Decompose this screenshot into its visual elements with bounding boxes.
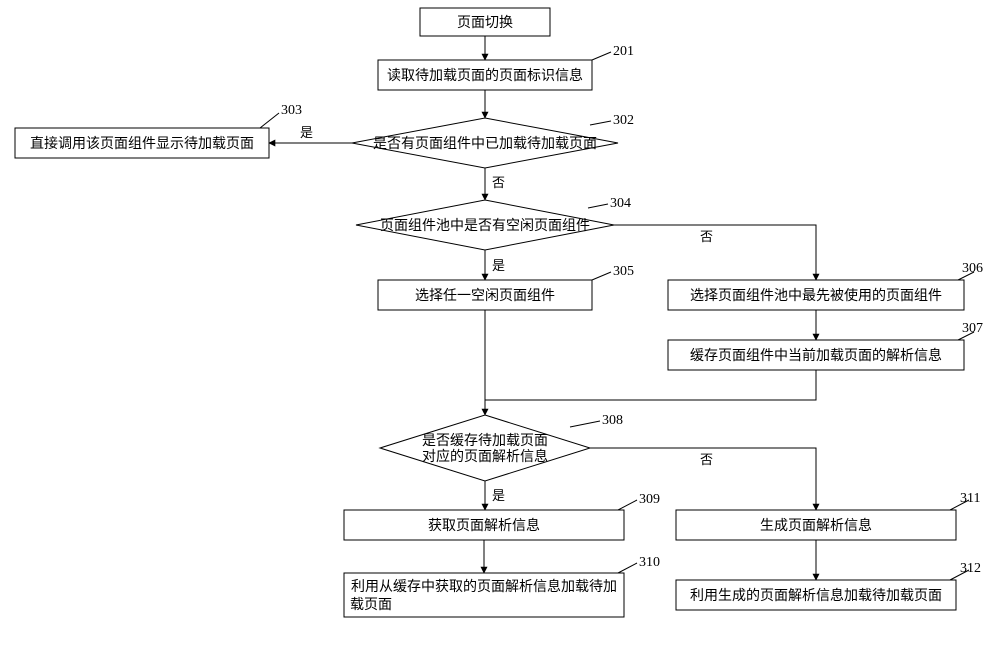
decision-302-label: 是否有页面组件中已加载待加载页面 bbox=[373, 136, 597, 152]
node-306: 选择页面组件池中最先被使用的页面组件 306 bbox=[668, 261, 983, 310]
leader-303 bbox=[260, 113, 279, 128]
node-303: 直接调用该页面组件显示待加载页面 303 bbox=[15, 103, 302, 158]
decision-304-label: 页面组件池中是否有空闲页面组件 bbox=[380, 218, 590, 234]
decision-304: 页面组件池中是否有空闲页面组件 304 bbox=[356, 196, 631, 250]
node-311-label: 生成页面解析信息 bbox=[760, 517, 872, 534]
edge-304-no-label: 否 bbox=[700, 229, 713, 244]
decision-308: 是否缓存待加载页面 对应的页面解析信息 308 bbox=[380, 413, 623, 481]
node-303-label: 直接调用该页面组件显示待加载页面 bbox=[30, 135, 254, 152]
num-303: 303 bbox=[281, 103, 302, 118]
num-302: 302 bbox=[613, 113, 634, 128]
decision-308-label2: 对应的页面解析信息 bbox=[422, 448, 548, 465]
edge-307-join bbox=[485, 370, 816, 400]
num-310: 310 bbox=[639, 555, 660, 570]
leader-309 bbox=[618, 500, 637, 510]
decision-302: 是否有页面组件中已加载待加载页面 302 bbox=[352, 113, 634, 168]
node-start: 页面切换 bbox=[420, 8, 550, 36]
leader-310 bbox=[618, 563, 637, 573]
node-307-label: 缓存页面组件中当前加载页面的解析信息 bbox=[690, 347, 942, 364]
leader-305 bbox=[592, 272, 611, 280]
edge-308-yes-label: 是 bbox=[492, 488, 505, 503]
leader-302 bbox=[590, 121, 611, 125]
node-310-label1: 利用从缓存中获取的页面解析信息加载待加 bbox=[351, 578, 617, 595]
decision-308-label1: 是否缓存待加载页面 bbox=[422, 433, 548, 449]
node-305-label: 选择任一空闲页面组件 bbox=[415, 288, 555, 304]
edge-302-no-label: 否 bbox=[492, 175, 505, 190]
num-306: 306 bbox=[962, 261, 983, 276]
num-312: 312 bbox=[960, 561, 981, 576]
node-311: 生成页面解析信息 311 bbox=[676, 491, 980, 540]
num-307: 307 bbox=[962, 321, 983, 336]
leader-304 bbox=[588, 204, 608, 208]
num-308: 308 bbox=[602, 413, 623, 428]
node-305: 选择任一空闲页面组件 305 bbox=[378, 264, 634, 310]
num-304: 304 bbox=[610, 196, 631, 211]
node-312-label: 利用生成的页面解析信息加载待加载页面 bbox=[690, 587, 942, 604]
leader-308 bbox=[570, 421, 600, 427]
edge-302-yes-label: 是 bbox=[300, 125, 313, 140]
num-305: 305 bbox=[613, 264, 634, 279]
edge-304-306 bbox=[614, 225, 816, 280]
num-311: 311 bbox=[960, 491, 980, 506]
edge-308-no-label: 否 bbox=[700, 452, 713, 467]
node-307: 缓存页面组件中当前加载页面的解析信息 307 bbox=[668, 321, 983, 370]
edge-304-yes-label: 是 bbox=[492, 258, 505, 273]
node-201-label: 读取待加载页面的页面标识信息 bbox=[387, 67, 583, 84]
node-310-label2: 载页面 bbox=[350, 597, 392, 613]
num-309: 309 bbox=[639, 492, 660, 507]
node-309-label: 获取页面解析信息 bbox=[428, 517, 540, 534]
node-312: 利用生成的页面解析信息加载待加载页面 312 bbox=[676, 561, 981, 610]
flowchart-diagram: 页面切换 读取待加载页面的页面标识信息 201 是否有页面组件中已加载待加载页面… bbox=[0, 0, 1000, 659]
num-201: 201 bbox=[613, 44, 634, 59]
node-306-label: 选择页面组件池中最先被使用的页面组件 bbox=[690, 287, 942, 304]
leader-201 bbox=[592, 52, 611, 60]
node-310: 利用从缓存中获取的页面解析信息加载待加 载页面 310 bbox=[344, 555, 660, 617]
node-201: 读取待加载页面的页面标识信息 201 bbox=[378, 44, 634, 90]
node-start-label: 页面切换 bbox=[457, 14, 513, 31]
